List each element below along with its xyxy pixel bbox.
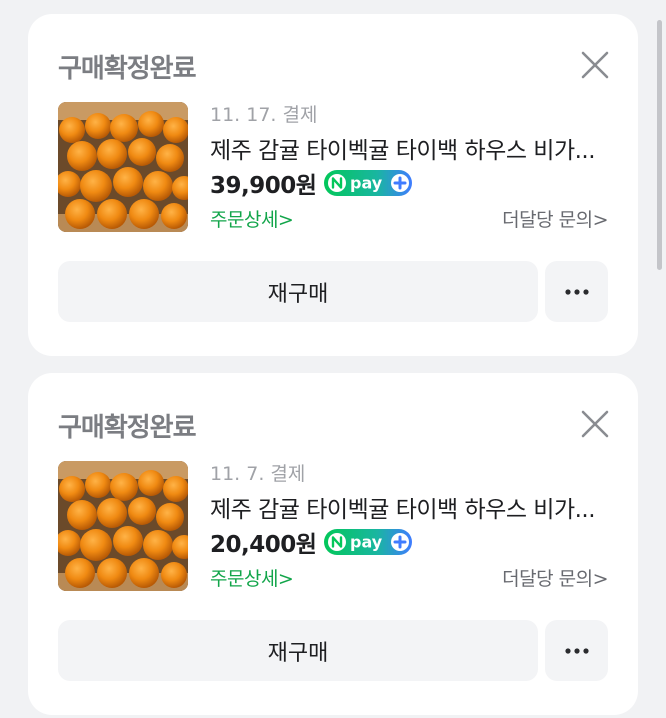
npay-plus-icon: pay: [324, 170, 413, 196]
product-thumbnail[interactable]: [58, 102, 188, 232]
ellipsis-icon: [564, 288, 589, 295]
price-row: 20,400원 pay: [210, 526, 413, 558]
rebuy-button[interactable]: 재구매: [58, 261, 538, 322]
order-card: 구매확정완료: [28, 373, 638, 715]
svg-text:pay: pay: [350, 174, 383, 193]
seller-inquiry-link[interactable]: 더달당 문의>: [502, 564, 608, 591]
product-title[interactable]: 제주 감귤 타이벡귤 타이백 하우스 비가...: [210, 490, 610, 524]
more-options-button[interactable]: [545, 261, 608, 322]
order-status-label: 구매확정완료: [58, 54, 197, 84]
order-status-label: 구매확정완료: [58, 413, 197, 443]
close-icon[interactable]: [580, 50, 610, 80]
seller-inquiry-link[interactable]: 더달당 문의>: [502, 205, 608, 232]
order-detail-link[interactable]: 주문상세>: [210, 564, 294, 591]
price: 20,400원: [210, 532, 317, 558]
price: 39,900원: [210, 173, 317, 199]
svg-text:pay: pay: [350, 533, 383, 552]
order-detail-link[interactable]: 주문상세>: [210, 205, 294, 232]
scrollbar[interactable]: [657, 20, 662, 270]
product-title[interactable]: 제주 감귤 타이벡귤 타이백 하우스 비가...: [210, 131, 610, 165]
price-row: 39,900원 pay: [210, 167, 413, 199]
rebuy-button-label: 재구매: [267, 640, 329, 666]
npay-plus-icon: pay: [324, 529, 413, 555]
payment-date: 11. 17. 결제: [210, 104, 318, 126]
rebuy-button[interactable]: 재구매: [58, 620, 538, 681]
payment-date: 11. 7. 결제: [210, 463, 306, 485]
close-icon[interactable]: [580, 409, 610, 439]
order-card: 구매확정완료: [28, 14, 638, 356]
ellipsis-icon: [564, 647, 589, 654]
rebuy-button-label: 재구매: [267, 281, 329, 307]
more-options-button[interactable]: [545, 620, 608, 681]
product-thumbnail[interactable]: [58, 461, 188, 591]
